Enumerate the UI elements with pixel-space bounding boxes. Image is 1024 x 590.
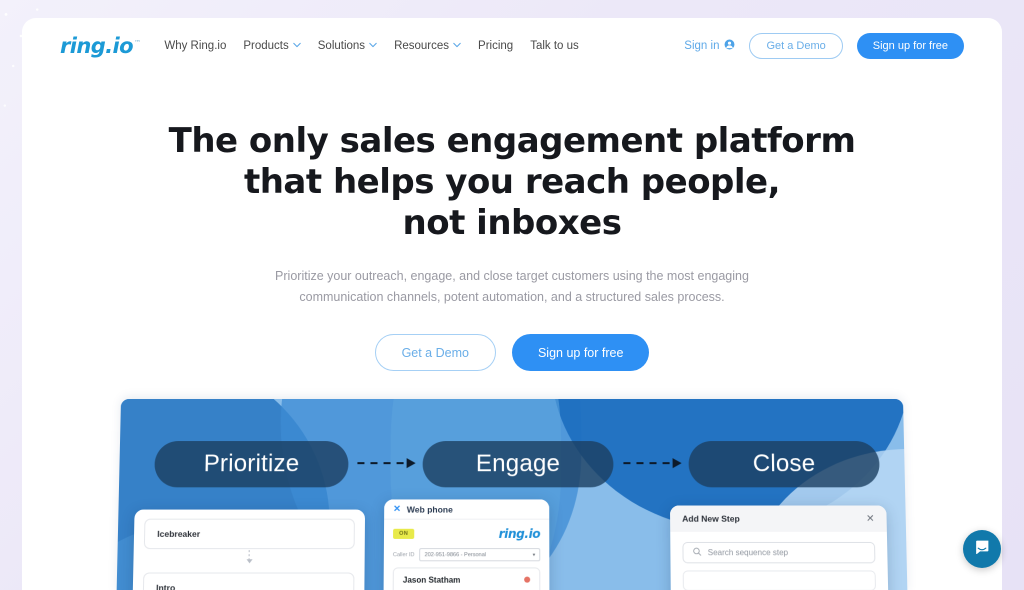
step-connector-icon	[133, 549, 364, 563]
nav-item-why-ringio[interactable]: Why Ring.io	[164, 40, 226, 52]
nav-label: Products	[243, 39, 289, 52]
web-phone-logo: ring.io	[498, 526, 541, 541]
search-icon	[693, 547, 702, 558]
flow-arrow-icon	[623, 458, 682, 469]
nav-label: Resources	[394, 39, 450, 52]
chevron-down-icon	[369, 41, 377, 49]
sign-in-link[interactable]: Sign in	[684, 39, 735, 53]
flow-step-engage: Engage	[422, 441, 614, 488]
logo-ringio[interactable]: ring.io™	[60, 33, 141, 58]
nav-label: Why Ring.io	[164, 39, 227, 52]
nav-label: Pricing	[478, 39, 514, 52]
web-phone-top-row: ON ring.io	[393, 527, 540, 541]
flow-step-prioritize: Prioritize	[154, 441, 349, 488]
caller-id-row: Caller ID 202-951-9866 - Personal ▾	[392, 548, 541, 562]
sign-up-button-header[interactable]: Sign up for free	[856, 32, 964, 59]
nav-item-products[interactable]: Products	[243, 39, 301, 52]
nav-item-pricing[interactable]: Pricing	[478, 40, 513, 52]
hero-section: The only sales engagement platform that …	[22, 73, 1002, 371]
flow-step-close: Close	[688, 441, 880, 488]
chevron-down-icon: ▾	[532, 551, 536, 558]
headline-line-2: that helps you reach people,	[243, 162, 781, 202]
web-phone-header: ✕ Web phone	[384, 499, 550, 520]
web-phone-card: ✕ Web phone ON ring.io Caller ID 202-951…	[383, 499, 550, 590]
get-a-demo-button-header[interactable]: Get a Demo	[749, 32, 843, 59]
header-actions: Sign in Get a Demo Sign up for free	[684, 32, 964, 59]
web-phone-title: Web phone	[406, 503, 453, 515]
site-header: ring.io™ Why Ring.io Products Solutions	[22, 18, 1002, 73]
add-new-step-header: Add New Step ✕	[669, 505, 887, 532]
sign-up-button-hero[interactable]: Sign up for free	[511, 334, 650, 371]
nav-label: Solutions	[317, 39, 366, 52]
logo-text: ring.io	[60, 33, 134, 58]
chevron-down-icon	[292, 41, 301, 49]
page-root: ring.io™ Why Ring.io Products Solutions	[0, 0, 1024, 590]
flow-arrow-icon	[357, 458, 416, 469]
intercom-chat-launcher[interactable]	[963, 530, 1001, 568]
primary-navigation: Why Ring.io Products Solutions Resources	[164, 40, 578, 52]
add-new-step-card: Add New Step ✕ Search sequence step	[669, 505, 889, 590]
subheadline-line-1: Prioritize your outreach, engage, and cl…	[275, 269, 749, 283]
nav-label: Talk to us	[530, 39, 579, 52]
get-a-demo-button-hero[interactable]: Get a Demo	[374, 334, 496, 371]
sequence-step-icebreaker: Icebreaker	[143, 518, 355, 550]
logo-trademark: ™	[133, 38, 141, 47]
sign-in-label: Sign in	[684, 39, 720, 52]
hero-subheadline: Prioritize your outreach, engage, and cl…	[22, 266, 1002, 308]
intercom-chat-icon	[973, 538, 991, 561]
status-badge: ON	[393, 528, 415, 539]
subheadline-line-2: communication channels, potent automatio…	[299, 290, 725, 304]
headline-line-3: not inboxes	[402, 203, 622, 243]
nav-item-talk-to-us[interactable]: Talk to us	[530, 40, 579, 52]
contact-name: Jason Statham	[402, 575, 461, 585]
hero-product-illustration: Prioritize Engage Close Icebreaker Intro	[116, 399, 908, 590]
chevron-down-icon	[453, 41, 461, 49]
nav-item-solutions[interactable]: Solutions	[318, 40, 377, 52]
caller-id-select[interactable]: 202-951-9866 - Personal ▾	[419, 548, 541, 562]
web-phone-body: ON ring.io Caller ID 202-951-9866 - Pers…	[384, 520, 550, 590]
close-icon[interactable]: ✕	[866, 513, 875, 524]
hero-cta-group: Get a Demo Sign up for free	[22, 334, 1002, 371]
record-indicator-icon	[524, 576, 531, 583]
page-card: ring.io™ Why Ring.io Products Solutions	[22, 18, 1002, 590]
search-placeholder: Search sequence step	[707, 548, 789, 558]
headline-line-1: The only sales engagement platform	[168, 121, 856, 161]
hero-illustration-canvas: Prioritize Engage Close Icebreaker Intro	[116, 399, 908, 590]
add-new-step-title: Add New Step	[682, 513, 740, 524]
sequence-steps-card: Icebreaker Intro	[132, 509, 366, 590]
caller-id-label: Caller ID	[392, 551, 415, 558]
close-icon[interactable]: ✕	[393, 503, 401, 514]
contact-row[interactable]: Jason Statham	[392, 567, 541, 590]
hero-headline: The only sales engagement platform that …	[22, 121, 1002, 244]
search-sequence-step-input[interactable]: Search sequence step	[682, 541, 876, 564]
nav-item-resources[interactable]: Resources	[394, 40, 461, 52]
sequence-step-option-row[interactable]	[682, 570, 877, 590]
caller-id-value: 202-951-9866 - Personal	[424, 551, 487, 558]
user-circle-icon	[724, 39, 735, 53]
sequence-step-intro: Intro	[142, 572, 355, 590]
